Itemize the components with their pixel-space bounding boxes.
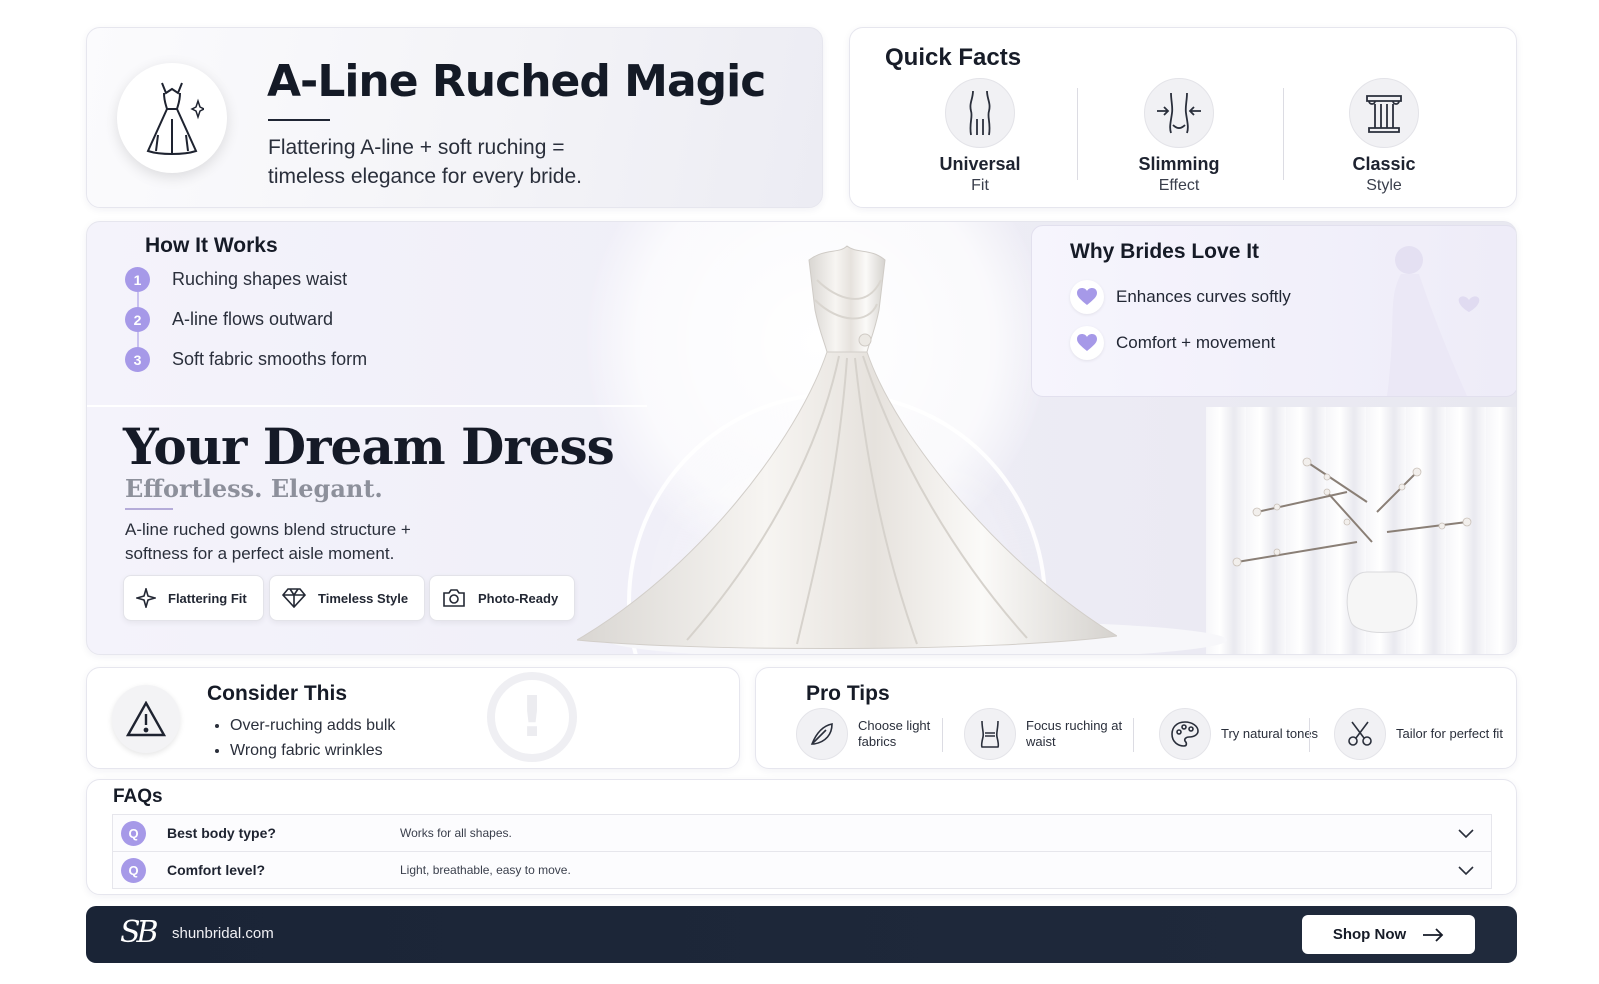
column-icon	[1349, 78, 1419, 148]
pill-label: Timeless Style	[318, 590, 409, 606]
love-label: Comfort + movement	[1116, 333, 1276, 352]
scissors-icon	[1334, 708, 1386, 760]
tip-item: Focus ruching at waist	[964, 708, 1136, 760]
dream-title: Your Dream Dress	[123, 417, 615, 476]
fact-slimming: Slimming Effect	[1079, 78, 1279, 195]
step-number: 3	[125, 347, 150, 372]
sparkle-icon	[136, 588, 156, 608]
palette-icon	[1159, 708, 1211, 760]
fact-subtitle: Style	[1366, 177, 1402, 194]
feature-band: How It Works 1 Ruching shapes waist 2 A-…	[86, 221, 1517, 655]
fact-subtitle: Effect	[1158, 177, 1200, 194]
fact-universal: Universal Fit	[880, 78, 1080, 195]
step-number: 1	[125, 267, 150, 292]
how-it-works-panel: How It Works 1 Ruching shapes waist 2 A-…	[87, 222, 587, 405]
feather-icon	[796, 708, 848, 760]
brand-logo: SB	[120, 915, 159, 950]
faq-question: Comfort level?	[167, 862, 266, 878]
faq-badge: Q	[121, 820, 146, 846]
pro-tips-card: Pro Tips Choose light fabrics Focus ruch…	[755, 667, 1517, 769]
pill-label: Flattering Fit	[168, 590, 247, 606]
love-label: Enhances curves softly	[1116, 287, 1291, 306]
hero-subtitle: Flattering A-line + soft ruching = timel…	[268, 136, 582, 188]
dream-description: A-line ruched gowns blend structure + so…	[125, 520, 411, 563]
pill-label: Photo-Ready	[478, 590, 559, 606]
heart-icon	[1070, 326, 1104, 360]
shop-now-button[interactable]: Shop Now	[1302, 915, 1475, 954]
faq-row[interactable]: Q Comfort level? Light, breathable, easy…	[112, 851, 1492, 889]
faq-answer: Light, breathable, easy to move.	[400, 863, 571, 877]
how-it-works-heading: How It Works	[145, 234, 278, 257]
quick-facts-heading: Quick Facts	[885, 44, 1022, 71]
tip-divider	[1133, 718, 1134, 752]
tip-item: Try natural tones	[1159, 708, 1331, 760]
chevron-down-icon[interactable]	[1457, 824, 1475, 842]
site-link[interactable]: shunbridal.com	[172, 925, 274, 942]
step-label: A-line flows outward	[172, 309, 334, 329]
tip-item: Tailor for perfect fit	[1334, 708, 1506, 760]
love-item: Enhances curves softly	[1070, 280, 1291, 314]
why-brides-heading: Why Brides Love It	[1070, 240, 1260, 263]
fact-title: Classic	[1352, 154, 1416, 174]
page-title: A-Line Ruched Magic	[267, 56, 766, 107]
faqs-card: FAQs Q Best body type? Works for all sha…	[86, 779, 1517, 895]
list-item: Over-ruching adds bulk	[230, 713, 395, 738]
photo-ready-pill[interactable]: Photo-Ready	[429, 575, 576, 621]
tip-label: Choose light fabrics	[858, 718, 931, 749]
faq-answer: Works for all shapes.	[400, 826, 512, 840]
bride-silhouette-icon	[1387, 246, 1480, 396]
exclamation-watermark-icon: !	[487, 672, 577, 762]
step-item: 3 Soft fabric smooths form	[125, 347, 367, 372]
shop-now-label: Shop Now	[1332, 926, 1407, 943]
waist-arrows-icon	[1144, 78, 1214, 148]
step-label: Ruching shapes waist	[172, 269, 348, 289]
why-brides-panel: Why Brides Love It Enhances curves softl…	[1031, 225, 1516, 397]
quick-facts-card: Quick Facts Universal Fit Slimming Effec…	[849, 27, 1517, 208]
step-item: 1 Ruching shapes waist	[125, 267, 347, 292]
step-number: 2	[125, 307, 150, 332]
tip-label: Try natural tones	[1221, 726, 1319, 741]
bodice-icon	[964, 708, 1016, 760]
faq-question: Best body type?	[167, 825, 276, 841]
tip-divider	[942, 718, 943, 752]
diamond-icon	[282, 588, 306, 608]
fact-divider	[1077, 88, 1078, 180]
consider-list: Over-ruching adds bulk Wrong fabric wrin…	[230, 713, 395, 763]
fact-subtitle: Fit	[971, 177, 989, 194]
dream-subtitle: Effortless. Elegant.	[125, 474, 383, 503]
fact-title: Universal	[939, 154, 1021, 174]
body-silhouette-icon	[945, 78, 1015, 148]
love-item: Comfort + movement	[1070, 326, 1275, 360]
heart-icon	[1070, 280, 1104, 314]
list-item: Wrong fabric wrinkles	[230, 738, 395, 763]
faq-badge: Q	[121, 857, 146, 883]
step-item: 2 A-line flows outward	[125, 307, 333, 332]
flattering-fit-pill[interactable]: Flattering Fit	[123, 575, 264, 621]
band-divider	[87, 405, 647, 407]
dress-sparkle-icon	[117, 63, 227, 173]
dream-rule	[125, 508, 173, 510]
fact-title: Slimming	[1138, 154, 1220, 174]
title-rule	[268, 119, 330, 121]
faq-row[interactable]: Q Best body type? Works for all shapes.	[112, 814, 1492, 852]
hero-card: A-Line Ruched Magic Flattering A-line + …	[86, 27, 823, 208]
faqs-heading: FAQs	[113, 786, 163, 807]
footer-bar: SB shunbridal.com Shop Now	[86, 906, 1517, 963]
consider-heading: Consider This	[207, 682, 348, 705]
pro-tips-heading: Pro Tips	[806, 682, 890, 705]
chevron-down-icon[interactable]	[1457, 861, 1475, 879]
timeless-style-pill[interactable]: Timeless Style	[269, 575, 426, 621]
tip-divider	[1309, 718, 1310, 752]
warning-icon	[112, 685, 180, 753]
camera-icon	[443, 589, 465, 607]
tip-label: Tailor for perfect fit	[1396, 726, 1503, 741]
step-label: Soft fabric smooths form	[172, 349, 368, 369]
consider-card: Consider This Over-ruching adds bulk Wro…	[86, 667, 740, 769]
vase-flowers-image	[1232, 457, 1472, 633]
arrow-right-icon	[1423, 927, 1444, 942]
tip-label: Focus ruching at waist	[1026, 718, 1123, 749]
fact-classic: Classic Style	[1284, 78, 1484, 195]
